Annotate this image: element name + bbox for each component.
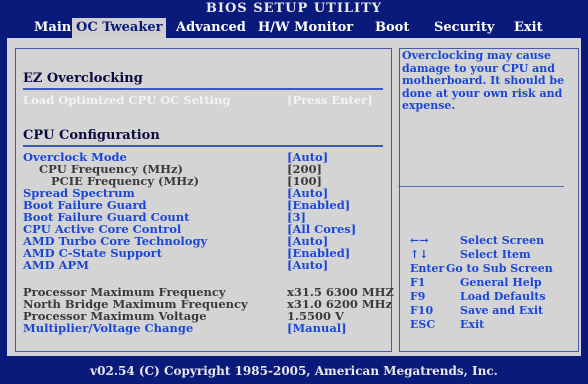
- load-optimized-value[interactable]: [Press Enter]: [287, 94, 373, 106]
- menu-bar: Main OC Tweaker Advanced H/W Monitor Boo…: [0, 18, 588, 38]
- copyright-footer: v02.54 (C) Copyright 1985-2005, American…: [0, 358, 588, 378]
- key-load-defaults: Load Defaults: [460, 290, 546, 303]
- menu-exit[interactable]: Exit: [510, 18, 547, 38]
- menu-advanced[interactable]: Advanced: [172, 18, 250, 38]
- key-select-item: Select Item: [460, 248, 531, 261]
- help-text: Overclocking may cause damage to your CP…: [402, 49, 565, 112]
- ez-overclocking-title: EZ Overclocking: [23, 71, 143, 86]
- key-f9: F9: [410, 290, 426, 303]
- key-left-right-icon: ←→: [410, 234, 429, 247]
- ez-rule: [23, 88, 383, 90]
- key-exit: Exit: [460, 318, 485, 331]
- key-enter: Enter: [410, 262, 445, 275]
- key-f10: F10: [410, 304, 434, 317]
- help-divider: [398, 186, 564, 187]
- key-general-help: General Help: [460, 276, 542, 289]
- cpu-rule: [23, 145, 383, 147]
- key-select-screen: Select Screen: [460, 234, 545, 247]
- menu-boot[interactable]: Boot: [371, 18, 413, 38]
- multiplier-voltage-label[interactable]: Multiplier/Voltage Change: [23, 322, 193, 334]
- menu-security[interactable]: Security: [430, 18, 498, 38]
- key-save-exit: Save and Exit: [460, 304, 544, 317]
- key-go-sub-screen: Go to Sub Screen: [446, 262, 553, 275]
- load-optimized-label[interactable]: Load Optimized CPU OC Setting: [23, 94, 230, 106]
- cpu-config-title: CPU Configuration: [23, 128, 160, 143]
- menu-hw-monitor[interactable]: H/W Monitor: [254, 18, 357, 38]
- key-up-down-icon: ↑↓: [410, 248, 429, 261]
- key-esc: ESC: [410, 318, 436, 331]
- menu-oc-tweaker[interactable]: OC Tweaker: [72, 18, 167, 38]
- bios-title: BIOS SETUP UTILITY: [0, 0, 588, 18]
- amd-apm-value[interactable]: [Auto]: [287, 259, 328, 271]
- menu-main[interactable]: Main: [30, 18, 75, 38]
- multiplier-voltage-value[interactable]: [Manual]: [287, 322, 347, 334]
- amd-apm-label[interactable]: AMD APM: [23, 259, 89, 271]
- key-f1: F1: [410, 276, 426, 289]
